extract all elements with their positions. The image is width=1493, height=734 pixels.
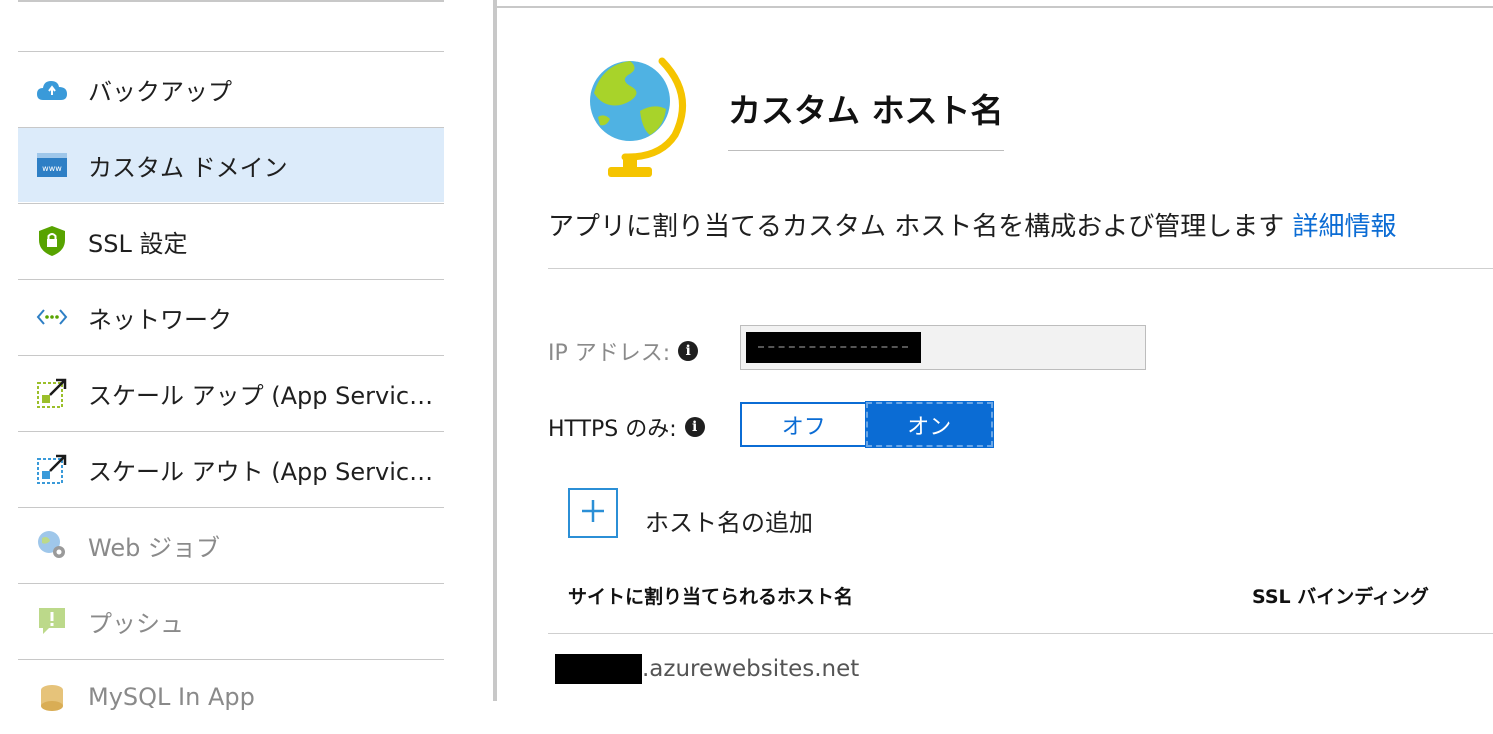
sidebar-item-scale-out[interactable]: スケール アウト (App Service ... <box>18 431 444 506</box>
hostname-suffix: .azurewebsites.net <box>642 656 860 682</box>
toggle-on-option[interactable]: オン <box>864 401 994 448</box>
sidebar-item-label: スケール アップ (App Service ... <box>88 381 438 410</box>
toggle-off-option[interactable]: オフ <box>740 402 866 447</box>
sidebar-item-ssl-settings[interactable]: SSL 設定 <box>18 203 444 278</box>
scale-up-icon <box>34 375 70 411</box>
redacted-hostname-prefix <box>555 654 642 684</box>
add-hostname-label[interactable]: ホスト名の追加 <box>645 503 813 538</box>
column-header-ssl-binding: SSL バインディング <box>1252 586 1429 608</box>
sidebar: バックアップ www カスタム ドメイン SSL 設定 ネットワーク スケール … <box>0 0 495 711</box>
column-header-hostname: サイトに割り当てられるホスト名 <box>568 586 854 608</box>
main-top-divider <box>497 6 1493 8</box>
title-underline <box>728 150 1004 151</box>
table-row[interactable]: .azurewebsites.net <box>555 654 859 684</box>
sidebar-item-push[interactable]: プッシュ <box>18 583 444 658</box>
page-description: アプリに割り当てるカスタム ホスト名を構成および管理します 詳細情報 <box>548 206 1397 243</box>
sidebar-item-label: スケール アウト (App Service ... <box>88 457 438 486</box>
svg-text:www: www <box>42 164 62 173</box>
push-icon <box>34 603 70 639</box>
sidebar-item-label: SSL 設定 <box>88 229 188 258</box>
ip-address-label: IP アドレス: i <box>548 335 699 367</box>
https-only-toggle[interactable]: オフ オン <box>740 401 994 448</box>
section-divider <box>548 268 1493 269</box>
shield-lock-icon <box>34 223 70 259</box>
ip-address-label-text: IP アドレス: <box>548 341 671 366</box>
redacted-ip-value <box>746 332 921 363</box>
sidebar-item-label: プッシュ <box>88 609 184 638</box>
sidebar-item-label: バックアップ <box>88 77 232 106</box>
sidebar-top-divider <box>18 0 444 2</box>
sidebar-item-backup[interactable]: バックアップ <box>18 51 444 126</box>
network-icon <box>34 299 70 335</box>
scale-out-icon <box>34 451 70 487</box>
info-icon[interactable]: i <box>678 341 699 361</box>
add-hostname-button[interactable] <box>568 488 618 538</box>
description-text: アプリに割り当てるカスタム ホスト名を構成および管理します <box>548 212 1285 242</box>
page-title: カスタム ホスト名 <box>728 91 1004 130</box>
webjobs-icon <box>34 527 70 563</box>
sidebar-item-scale-up[interactable]: スケール アップ (App Service ... <box>18 355 444 430</box>
globe-icon <box>580 55 695 180</box>
sidebar-item-label: カスタム ドメイン <box>88 153 288 182</box>
sidebar-item-custom-domains[interactable]: www カスタム ドメイン <box>18 127 444 202</box>
ip-address-field <box>740 325 1146 370</box>
info-icon[interactable]: i <box>684 417 705 437</box>
https-only-label-text: HTTPS のみ: <box>548 417 677 442</box>
sidebar-item-mysql-in-app[interactable]: MySQL In App <box>18 659 444 734</box>
sidebar-item-webjobs[interactable]: Web ジョブ <box>18 507 444 582</box>
sidebar-item-networking[interactable]: ネットワーク <box>18 279 444 354</box>
plus-icon <box>580 498 606 528</box>
www-icon: www <box>34 147 70 183</box>
pane-divider[interactable] <box>493 0 497 701</box>
sidebar-item-label: ネットワーク <box>88 305 232 334</box>
learn-more-link[interactable]: 詳細情報 <box>1293 212 1397 242</box>
cloud-backup-icon <box>34 71 70 107</box>
https-only-label: HTTPS のみ: i <box>548 411 705 443</box>
table-header-divider <box>548 633 1493 634</box>
mysql-icon <box>34 679 70 715</box>
sidebar-item-label: Web ジョブ <box>88 533 220 562</box>
sidebar-item-label: MySQL In App <box>88 683 255 711</box>
